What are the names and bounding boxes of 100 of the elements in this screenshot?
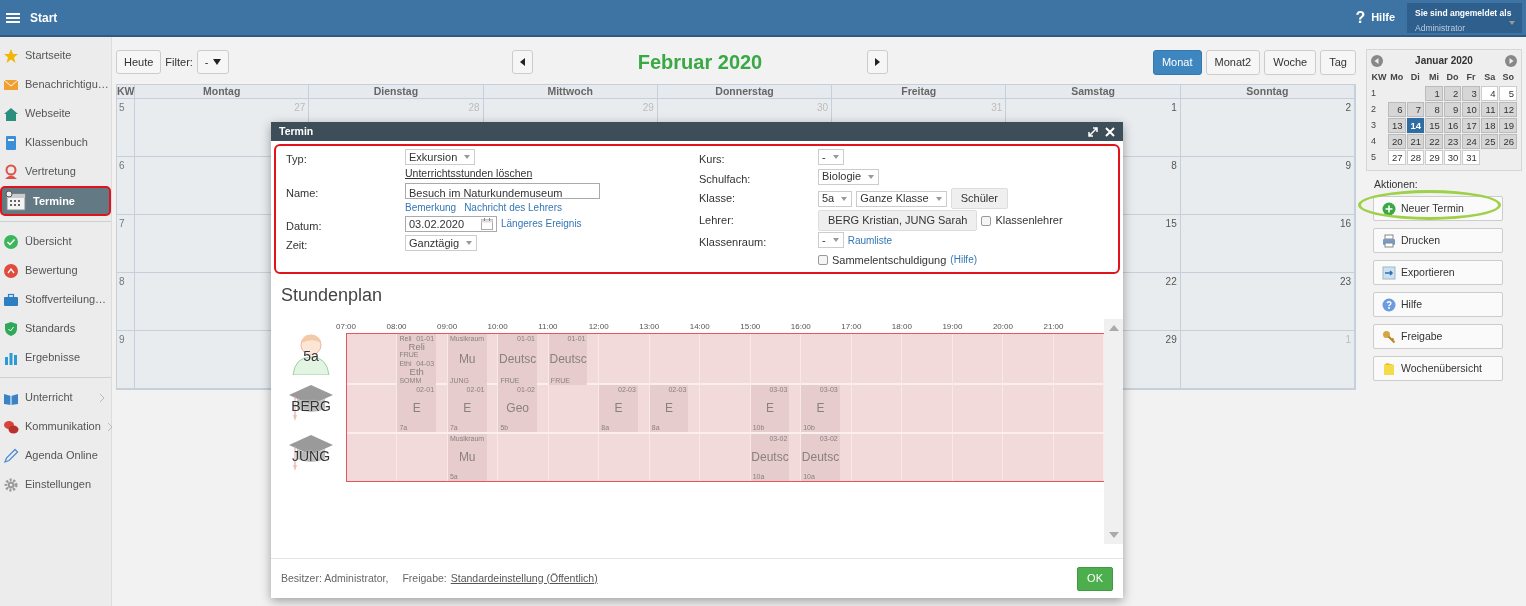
dropdown[interactable]: Biologie: [818, 168, 880, 185]
view-tab[interactable]: Tag: [1320, 49, 1356, 75]
help-icon[interactable]: ?: [1355, 5, 1366, 30]
link[interactable]: Raumliste: [847, 232, 893, 248]
mini-day[interactable]: 29: [1425, 149, 1443, 165]
day-cell[interactable]: 9: [1180, 157, 1355, 215]
sidebar-item[interactable]: Übersicht: [0, 227, 111, 256]
action-button[interactable]: Hilfe: [1373, 292, 1503, 318]
filter-dropdown[interactable]: -: [196, 50, 229, 74]
link[interactable]: Unterrichtsstunden löschen: [405, 166, 533, 182]
mini-day[interactable]: 3: [1462, 85, 1480, 101]
day-cell[interactable]: 16: [1180, 215, 1355, 273]
mini-day[interactable]: 9: [1443, 101, 1462, 117]
sidebar-item[interactable]: Kommunikation: [0, 412, 111, 441]
mini-day[interactable]: 27: [1388, 149, 1406, 165]
mini-day[interactable]: 1: [1425, 85, 1443, 101]
expand-icon[interactable]: [1088, 126, 1098, 137]
text-field[interactable]: Besuch im Naturkundemuseum: [405, 182, 600, 199]
dropdown[interactable]: 5a: [818, 190, 853, 207]
hour-label: 20:00: [992, 321, 1013, 331]
sidebar-item[interactable]: Stoffverteilung…: [0, 285, 111, 314]
mini-day[interactable]: 14: [1406, 117, 1425, 133]
day-cell[interactable]: 2: [1180, 99, 1355, 157]
previous-icon[interactable]: [1371, 54, 1383, 67]
help-link[interactable]: Hilfe: [1371, 9, 1395, 26]
view-tab[interactable]: Monat2: [1205, 49, 1261, 75]
hour-label: 07:00: [336, 321, 357, 331]
next-button[interactable]: [867, 50, 888, 74]
sidebar-item[interactable]: Ergebnisse: [0, 343, 111, 372]
caret-icon: [831, 154, 840, 160]
sidebar-item[interactable]: Bewertung: [0, 256, 111, 285]
sidebar-item[interactable]: Klassenbuch: [0, 128, 111, 157]
mini-day[interactable]: 24: [1462, 133, 1480, 149]
field-label: Klasse:: [699, 191, 737, 206]
mini-day[interactable]: 12: [1499, 101, 1517, 117]
mini-day[interactable]: 6: [1388, 101, 1406, 117]
link[interactable]: (Hilfe): [950, 252, 978, 268]
mini-day[interactable]: 18: [1480, 117, 1499, 133]
mini-calendar-title: Januar 2020: [1415, 54, 1473, 68]
mini-day[interactable]: 28: [1406, 149, 1425, 165]
weekday-header: Sa: [1483, 71, 1497, 84]
action-button[interactable]: Neuer Termin: [1373, 196, 1503, 222]
sidebar-item[interactable]: Termine: [0, 186, 111, 216]
share-link[interactable]: Standardeinstellung (Öffentlich): [450, 570, 598, 587]
mini-day[interactable]: 20: [1388, 133, 1406, 149]
action-button[interactable]: Wochenübersicht: [1373, 356, 1503, 382]
select-button[interactable]: Schüler: [950, 188, 1009, 209]
action-button[interactable]: Freigabe: [1373, 324, 1503, 350]
checkbox[interactable]: [981, 215, 992, 226]
mini-day[interactable]: 25: [1480, 133, 1499, 149]
link[interactable]: Bemerkung: [405, 199, 457, 215]
scrollbar[interactable]: [1104, 318, 1123, 544]
mini-day[interactable]: 5: [1499, 85, 1517, 101]
sidebar-item[interactable]: Webseite: [0, 99, 111, 128]
mini-day[interactable]: 17: [1462, 117, 1480, 133]
day-cell[interactable]: 23: [1180, 273, 1355, 331]
today-button[interactable]: Heute: [116, 50, 162, 74]
mini-day[interactable]: 21: [1406, 133, 1425, 149]
link[interactable]: Längeres Ereignis: [501, 216, 582, 232]
sidebar-item[interactable]: Startseite: [0, 41, 111, 70]
checkbox[interactable]: [818, 254, 828, 265]
mini-day[interactable]: 7: [1406, 101, 1425, 117]
action-button[interactable]: Drucken: [1373, 228, 1503, 254]
view-tab[interactable]: Woche: [1264, 49, 1317, 75]
mini-day[interactable]: 19: [1499, 117, 1517, 133]
mini-day[interactable]: 11: [1480, 101, 1499, 117]
dropdown[interactable]: -: [818, 232, 844, 248]
mini-day[interactable]: 31: [1462, 149, 1480, 165]
mini-day[interactable]: 22: [1425, 133, 1443, 149]
mini-day[interactable]: 15: [1425, 117, 1443, 133]
sidebar-item[interactable]: Standards: [0, 314, 111, 343]
next-icon[interactable]: [1505, 54, 1517, 67]
user-menu[interactable]: Sie sind angemeldet als Administrator: [1407, 2, 1522, 33]
sidebar-item[interactable]: Einstellungen: [0, 470, 111, 499]
sidebar-item[interactable]: Unterricht: [0, 383, 111, 412]
calendar-icon: [5, 190, 27, 212]
mini-day[interactable]: 26: [1499, 133, 1517, 149]
mini-day[interactable]: 2: [1443, 85, 1462, 101]
mini-day[interactable]: 4: [1480, 85, 1499, 101]
close-icon[interactable]: [1105, 126, 1115, 137]
sidebar-item[interactable]: Agenda Online: [0, 441, 111, 470]
date-field[interactable]: 03.02.2020: [405, 215, 497, 232]
mini-day[interactable]: 13: [1388, 117, 1406, 133]
caret-icon: [463, 154, 472, 160]
previous-button[interactable]: [512, 50, 533, 74]
view-tab[interactable]: Monat: [1152, 49, 1202, 75]
dropdown[interactable]: Ganztägig: [405, 235, 478, 252]
dropdown[interactable]: -: [818, 149, 844, 165]
mini-day[interactable]: 8: [1425, 101, 1443, 117]
sidebar-item[interactable]: Benachrichtigu…: [0, 70, 111, 99]
mini-day[interactable]: 10: [1462, 101, 1480, 117]
mini-day[interactable]: 16: [1443, 117, 1462, 133]
mini-day[interactable]: 23: [1443, 133, 1462, 149]
sidebar-item[interactable]: Vertretung: [0, 157, 111, 186]
select-button[interactable]: BERG Kristian, JUNG Sarah: [818, 210, 978, 231]
link[interactable]: Nachricht des Lehrers: [464, 199, 562, 215]
dropdown[interactable]: Ganze Klasse: [856, 190, 947, 207]
dropdown[interactable]: Exkursion: [405, 149, 476, 165]
mini-day[interactable]: 30: [1443, 149, 1462, 165]
action-button[interactable]: Exportieren: [1373, 260, 1503, 286]
